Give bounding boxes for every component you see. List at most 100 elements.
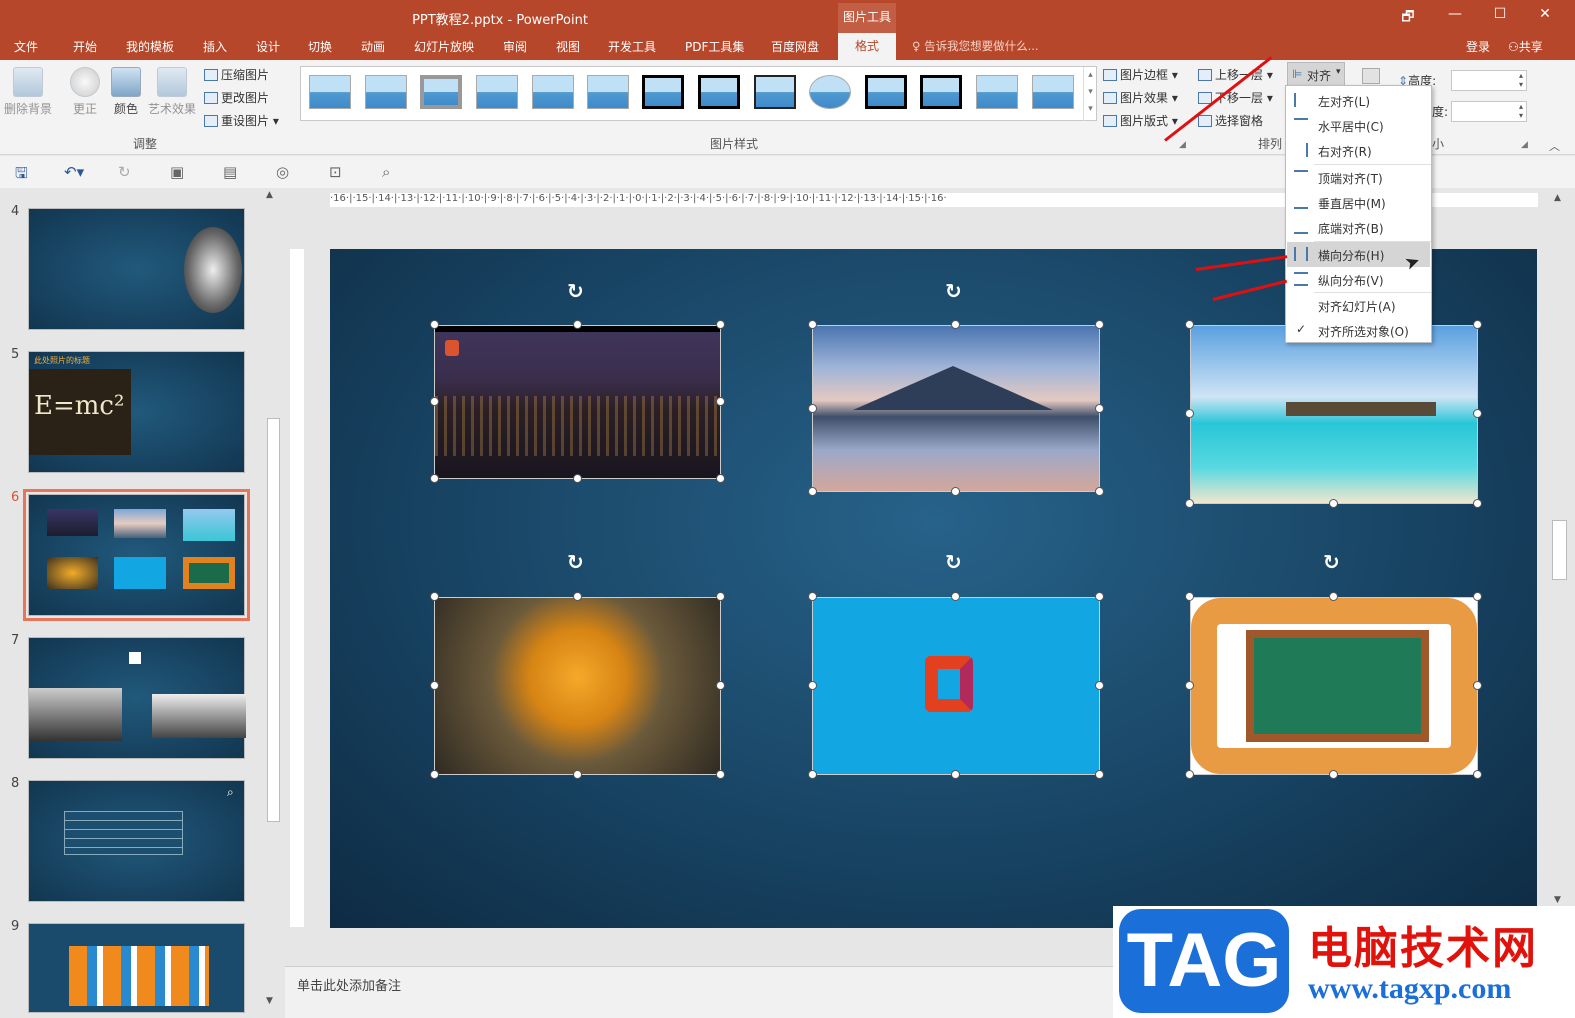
resize-handle[interactable] xyxy=(808,592,817,601)
chalkboard-image[interactable] xyxy=(1190,597,1478,775)
slide-thumbnail-5[interactable]: 此处照片的标题 E=mc² xyxy=(28,351,245,473)
slide-thumbnail-4[interactable] xyxy=(28,208,245,330)
resize-handle[interactable] xyxy=(1329,592,1338,601)
resize-handle[interactable] xyxy=(430,474,439,483)
picture-style-14[interactable] xyxy=(1032,75,1074,109)
color-button[interactable]: 颜色 xyxy=(108,67,144,117)
slide-thumbnail-6[interactable] xyxy=(23,489,250,621)
menu-align-bottom[interactable]: 底端对齐(B) xyxy=(1287,215,1430,240)
menu-align-middle[interactable]: 垂直居中(M) xyxy=(1287,190,1430,215)
resize-handle[interactable] xyxy=(573,770,582,779)
rotate-handle-icon[interactable]: ↻ xyxy=(1323,550,1340,574)
picture-style-12[interactable] xyxy=(920,75,962,109)
picture-style-1[interactable] xyxy=(309,75,351,109)
remove-background-button[interactable]: 删除背景 xyxy=(3,67,53,117)
tab-pdf[interactable]: PDF工具集 xyxy=(685,38,744,55)
resize-handle[interactable] xyxy=(1185,770,1194,779)
resize-handle[interactable] xyxy=(1473,592,1482,601)
mountain-lake-image[interactable] xyxy=(812,325,1100,492)
picture-style-8[interactable] xyxy=(698,75,740,109)
resize-handle[interactable] xyxy=(716,397,725,406)
slide-canvas[interactable]: ↻ ↻ ↻ ↻ ↻ xyxy=(330,249,1537,928)
crop-icon[interactable] xyxy=(1362,68,1380,84)
compress-pictures-button[interactable]: 压缩图片 xyxy=(204,66,269,83)
picture-effects-button[interactable]: 图片效果 ▾ xyxy=(1103,89,1178,106)
tab-format[interactable]: 格式 xyxy=(838,33,896,60)
save-icon[interactable]: 🖫 xyxy=(15,163,28,188)
picture-layout-button[interactable]: 图片版式 ▾ xyxy=(1103,112,1178,129)
gallery-scroll[interactable]: ▴ ▾ ▾ xyxy=(1083,67,1097,121)
picture-style-6[interactable] xyxy=(587,75,629,109)
tab-developer[interactable]: 开发工具 xyxy=(608,38,656,55)
size-launcher-icon[interactable]: ◢ xyxy=(1521,140,1528,150)
resize-handle[interactable] xyxy=(808,770,817,779)
resize-handle[interactable] xyxy=(573,592,582,601)
resize-handle[interactable] xyxy=(573,474,582,483)
picture-style-2[interactable] xyxy=(365,75,407,109)
tab-review[interactable]: 审阅 xyxy=(503,38,527,55)
resize-handle[interactable] xyxy=(1095,770,1104,779)
resize-handle[interactable] xyxy=(1095,487,1104,496)
shape-icon[interactable]: ◎ xyxy=(276,163,289,181)
from-beginning-icon[interactable]: ▣ xyxy=(170,163,184,181)
slide-thumbnail-9[interactable] xyxy=(28,923,245,1013)
scroll-up-icon[interactable]: ▲ xyxy=(266,190,273,200)
resize-handle[interactable] xyxy=(1095,320,1104,329)
office-logo-image[interactable] xyxy=(812,597,1100,775)
resize-handle[interactable] xyxy=(1095,404,1104,413)
resize-handle[interactable] xyxy=(1473,409,1482,418)
resize-handle[interactable] xyxy=(1185,409,1194,418)
tab-design[interactable]: 设计 xyxy=(256,38,280,55)
resize-handle[interactable] xyxy=(430,681,439,690)
rotate-handle-icon[interactable]: ↻ xyxy=(567,279,584,303)
scroll-up-icon[interactable]: ▲ xyxy=(1554,193,1561,203)
tab-slideshow[interactable]: 幻灯片放映 xyxy=(414,38,474,55)
resize-handle[interactable] xyxy=(1329,770,1338,779)
resize-handle[interactable] xyxy=(430,592,439,601)
picture-style-9[interactable] xyxy=(754,75,796,109)
editor-scroll-thumb[interactable] xyxy=(1552,520,1567,580)
login-link[interactable]: 登录 xyxy=(1466,38,1490,55)
resize-handle[interactable] xyxy=(1473,681,1482,690)
tell-me-search[interactable]: ♀ 告诉我您想要做什么... xyxy=(912,38,1039,54)
thumbnail-scrollbar[interactable]: ▲ ▼ xyxy=(266,190,281,1010)
resize-handle[interactable] xyxy=(716,681,725,690)
resize-handle[interactable] xyxy=(1185,592,1194,601)
redo-icon[interactable]: ↻ xyxy=(118,163,131,181)
tab-view[interactable]: 视图 xyxy=(556,38,580,55)
menu-align-right[interactable]: 右对齐(R) xyxy=(1287,138,1430,163)
tropical-beach-image[interactable] xyxy=(1190,325,1478,504)
menu-align-selected[interactable]: ✓ 对齐所选对象(O) xyxy=(1287,318,1430,343)
height-input[interactable]: ▴ ▾ xyxy=(1451,70,1527,91)
resize-handle[interactable] xyxy=(1095,681,1104,690)
restore-icon[interactable]: 🗗 xyxy=(1393,6,1423,30)
selection-pane-button[interactable]: 选择窗格 xyxy=(1198,112,1263,129)
scroll-down-icon[interactable]: ▼ xyxy=(266,996,273,1006)
resize-handle[interactable] xyxy=(1185,499,1194,508)
resize-handle[interactable] xyxy=(716,770,725,779)
collapse-ribbon-icon[interactable]: ︿ xyxy=(1549,138,1560,154)
tab-file[interactable]: 文件 xyxy=(14,38,38,55)
resize-handle[interactable] xyxy=(1473,320,1482,329)
resize-handle[interactable] xyxy=(808,404,817,413)
rotate-handle-icon[interactable]: ↻ xyxy=(945,550,962,574)
resize-handle[interactable] xyxy=(951,320,960,329)
resize-handle[interactable] xyxy=(951,487,960,496)
maximize-icon[interactable]: ☐ xyxy=(1485,6,1515,22)
picture-style-7[interactable] xyxy=(642,75,684,109)
picture-style-5[interactable] xyxy=(532,75,574,109)
corrections-button[interactable]: 更正 xyxy=(64,67,106,117)
resize-handle[interactable] xyxy=(1095,592,1104,601)
preview-icon[interactable]: ⌕ xyxy=(382,163,390,181)
resize-handle[interactable] xyxy=(808,681,817,690)
tab-templates[interactable]: 我的模板 xyxy=(126,38,174,55)
tab-animations[interactable]: 动画 xyxy=(361,38,385,55)
artistic-effects-button[interactable]: 艺术效果 xyxy=(146,67,198,117)
resize-handle[interactable] xyxy=(1329,499,1338,508)
resize-handle[interactable] xyxy=(1473,770,1482,779)
bring-forward-button[interactable]: 上移一层 ▾ xyxy=(1198,66,1273,83)
minimize-icon[interactable]: — xyxy=(1440,6,1470,22)
slide-thumbnail-8[interactable]: ⌕ xyxy=(28,780,245,902)
resize-handle[interactable] xyxy=(1185,320,1194,329)
undo-icon[interactable]: ↶▾ xyxy=(64,163,84,181)
